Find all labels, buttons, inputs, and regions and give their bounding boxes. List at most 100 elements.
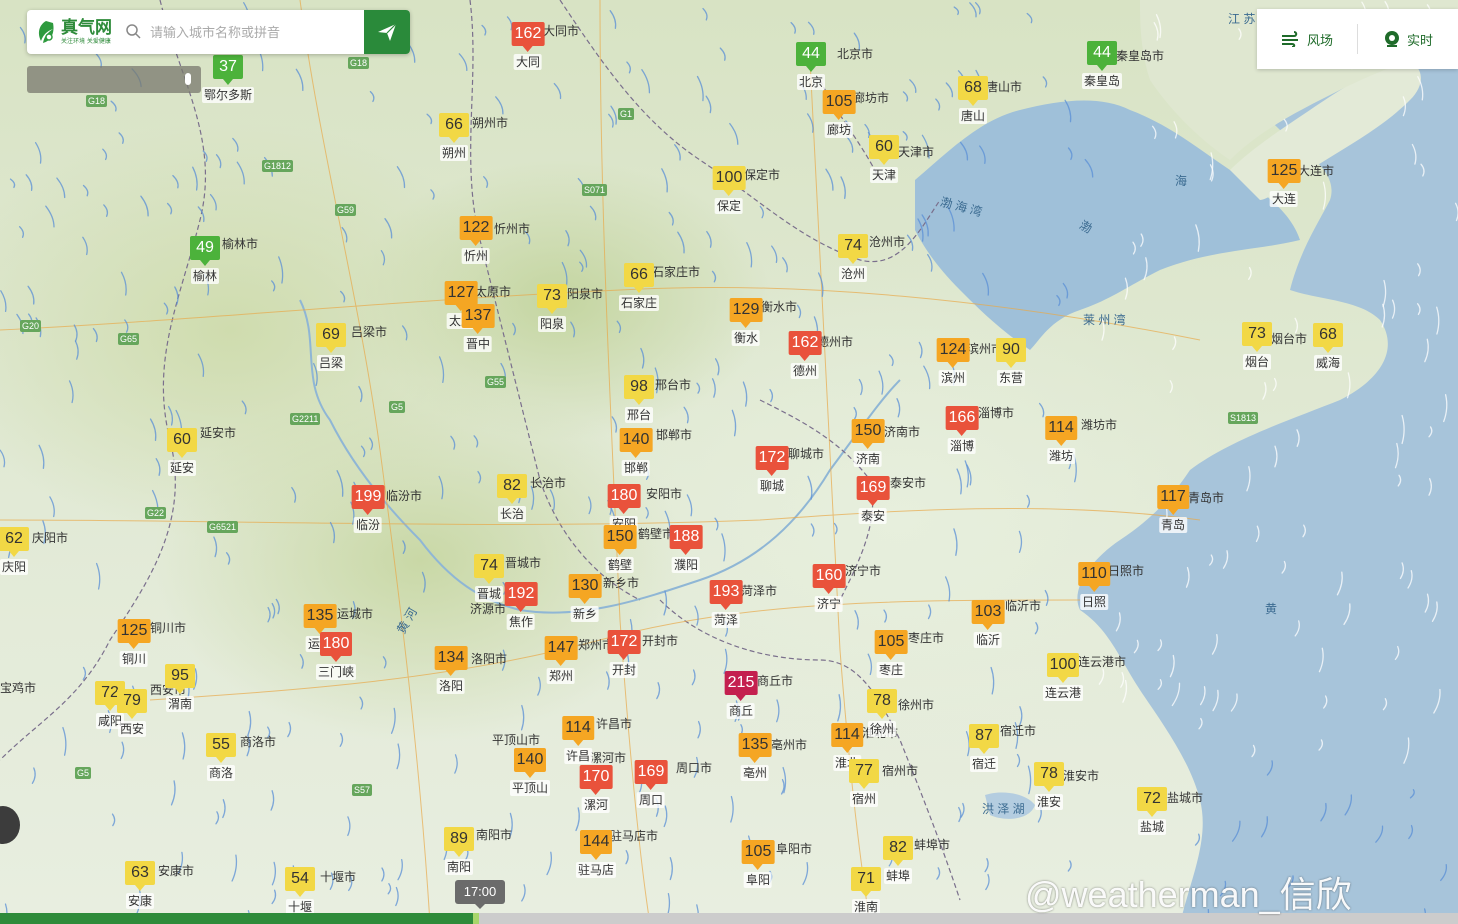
city-label[interactable]: 周口市 [676, 759, 712, 776]
city-label[interactable]: 蚌埠市 [914, 836, 950, 853]
city-label[interactable]: 商丘市 [757, 672, 793, 689]
aqi-marker[interactable]: 89 南阳 [444, 827, 474, 875]
city-label[interactable]: 十堰市 [320, 868, 356, 885]
aqi-marker[interactable]: 110 日照 [1078, 562, 1110, 610]
opacity-slider[interactable] [27, 66, 201, 93]
city-label[interactable]: 济南市 [884, 423, 920, 440]
city-label[interactable]: 大同市 [543, 22, 579, 39]
city-label[interactable]: 潍坊市 [1081, 416, 1117, 433]
aqi-marker[interactable]: 215 商丘 [724, 671, 758, 719]
city-label[interactable]: 秦皇岛市 [1116, 47, 1164, 64]
aqi-marker[interactable]: 105 廊坊 [822, 90, 856, 138]
city-label[interactable]: 阜阳市 [776, 840, 812, 857]
aqi-marker[interactable]: 199 临汾 [351, 485, 385, 533]
aqi-marker[interactable]: 82 蚌埠 [883, 836, 913, 884]
city-label[interactable]: 长治市 [530, 474, 566, 491]
aqi-marker[interactable]: 137 晋中 [461, 304, 495, 352]
city-label[interactable]: 阳泉市 [567, 285, 603, 302]
aqi-marker[interactable]: 63 安康 [125, 861, 155, 909]
city-label[interactable]: 北京市 [837, 45, 873, 62]
city-label[interactable]: 烟台市 [1271, 330, 1307, 347]
aqi-marker[interactable]: 55 商洛 [206, 733, 236, 781]
city-label[interactable]: 朔州市 [472, 114, 508, 131]
aqi-marker[interactable]: 79 西安 [117, 689, 147, 737]
aqi-marker[interactable]: 129 衡水 [729, 298, 763, 346]
aqi-marker[interactable]: 74 晋城 [474, 554, 504, 602]
city-label[interactable]: 开封市 [642, 632, 678, 649]
city-label[interactable]: 邢台市 [655, 376, 691, 393]
aqi-marker[interactable]: 66 石家庄 [618, 263, 660, 311]
city-label[interactable]: 大连市 [1298, 162, 1334, 179]
city-label[interactable]: 衡水市 [761, 298, 797, 315]
city-label[interactable]: 安阳市 [646, 485, 682, 502]
city-label[interactable]: 邯郸市 [656, 426, 692, 443]
city-label[interactable]: 宿迁市 [1000, 722, 1036, 739]
city-label[interactable]: 安康市 [158, 862, 194, 879]
aqi-marker[interactable]: 192 焦作 [504, 582, 538, 630]
city-label[interactable]: 盐城市 [1167, 789, 1203, 806]
map-canvas[interactable]: G18 G18 G1812 G59 G65 G20 G22 G6521 G5 S57 G55 G5 G2… [0, 0, 1458, 924]
aqi-marker[interactable]: 68 威海 [1313, 323, 1343, 371]
aqi-marker[interactable]: 193 菏泽 [709, 580, 743, 628]
aqi-marker[interactable]: 105 枣庄 [874, 630, 908, 678]
city-label[interactable]: 商洛市 [240, 733, 276, 750]
city-label[interactable]: 宝鸡市 [0, 679, 36, 696]
aqi-marker[interactable]: 140 平顶山 [509, 748, 551, 796]
city-label[interactable]: 连云港市 [1078, 653, 1126, 670]
aqi-marker[interactable]: 82 长治 [497, 474, 527, 522]
city-label[interactable]: 石家庄市 [652, 263, 700, 280]
city-label[interactable]: 铜川市 [150, 619, 186, 636]
aqi-marker[interactable]: 44 北京 [796, 42, 826, 90]
city-label[interactable]: 庆阳市 [32, 529, 68, 546]
aqi-marker[interactable]: 170 漯河 [579, 765, 613, 813]
wind-field-button[interactable]: 风场 [1257, 9, 1357, 69]
aqi-marker[interactable]: 44 秦皇岛 [1081, 41, 1123, 89]
city-label[interactable]: 德州市 [817, 333, 853, 350]
aqi-marker[interactable]: 73 烟台 [1242, 322, 1272, 370]
aqi-marker[interactable]: 188 濮阳 [669, 525, 703, 573]
aqi-marker[interactable]: 122 忻州 [459, 216, 493, 264]
city-label[interactable]: 徐州市 [898, 696, 934, 713]
aqi-marker[interactable]: 74 沧州 [838, 234, 868, 282]
city-label[interactable]: 临汾市 [386, 487, 422, 504]
locate-button[interactable] [364, 10, 410, 54]
aqi-marker[interactable]: 147 郑州 [544, 636, 578, 684]
aqi-marker[interactable]: 114 潍坊 [1045, 416, 1077, 464]
aqi-marker[interactable]: 90 东营 [996, 338, 1026, 386]
realtime-button[interactable]: 实时 [1358, 9, 1458, 69]
city-label[interactable]: 延安市 [200, 424, 236, 441]
aqi-marker[interactable]: 60 延安 [167, 428, 197, 476]
aqi-marker[interactable]: 160 济宁 [812, 564, 846, 612]
city-label[interactable]: 驻马店市 [610, 827, 658, 844]
aqi-marker[interactable]: 78 徐州 [867, 689, 897, 737]
city-search-input[interactable] [148, 23, 332, 41]
city-label[interactable]: 榆林市 [222, 235, 258, 252]
city-label[interactable]: 漯河市 [590, 749, 626, 766]
aqi-marker[interactable]: 54 十堰 [285, 867, 315, 915]
aqi-marker[interactable]: 172 开封 [607, 630, 641, 678]
aqi-marker[interactable]: 117 青岛 [1157, 485, 1189, 533]
aqi-marker[interactable]: 78 淮安 [1034, 762, 1064, 810]
city-label[interactable]: 运城市 [337, 605, 373, 622]
aqi-marker[interactable]: 71 淮南 [851, 867, 881, 915]
aqi-marker[interactable]: 140 邯郸 [619, 428, 653, 476]
city-label[interactable]: 日照市 [1108, 562, 1144, 579]
city-label[interactable]: 聊城市 [788, 445, 824, 462]
aqi-marker[interactable]: 77 宿州 [849, 759, 879, 807]
slider-knob[interactable] [185, 73, 191, 85]
city-label[interactable]: 太原市 [475, 283, 511, 300]
aqi-marker[interactable]: 95 渭南 [165, 664, 195, 712]
aqi-marker[interactable]: 68 唐山 [958, 76, 988, 124]
city-label[interactable]: 菏泽市 [741, 582, 777, 599]
city-label[interactable]: 临沂市 [1005, 597, 1041, 614]
logo[interactable]: 真气网 关注环境 关爱健康 [27, 10, 120, 54]
aqi-marker[interactable]: 135 亳州 [738, 733, 772, 781]
aqi-marker[interactable]: 180 三门峡 [315, 632, 357, 680]
aqi-marker[interactable]: 98 邢台 [624, 375, 654, 423]
city-label[interactable]: 廊坊市 [853, 89, 889, 106]
aqi-marker[interactable]: 69 吕梁 [316, 323, 346, 371]
city-label[interactable]: 南阳市 [476, 826, 512, 843]
city-label[interactable]: 唐山市 [986, 78, 1022, 95]
aqi-marker[interactable]: 150 济南 [851, 419, 885, 467]
aqi-marker[interactable]: 114 许昌 [562, 716, 594, 764]
